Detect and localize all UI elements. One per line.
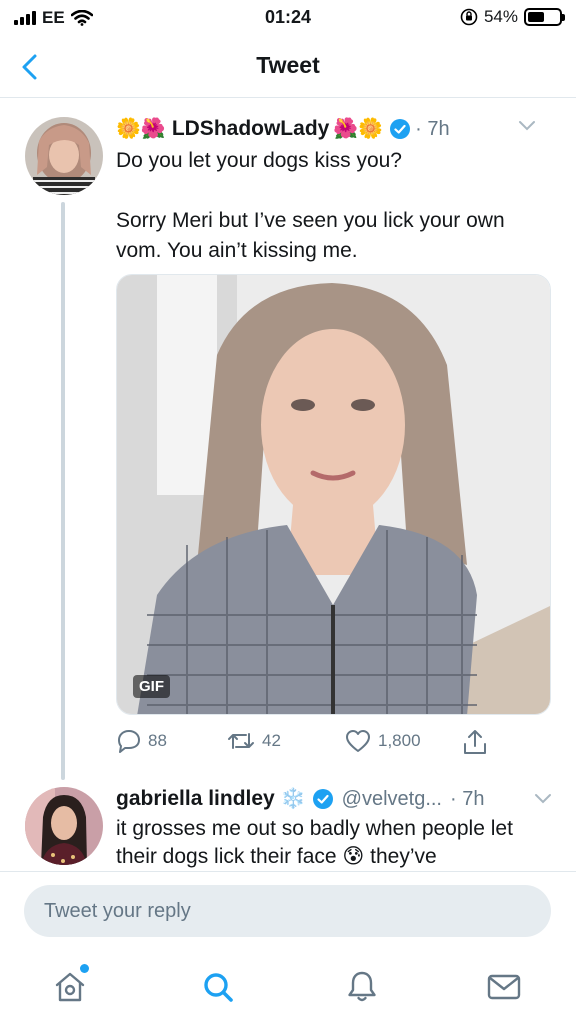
reply-handle: @velvetg... xyxy=(341,787,442,810)
reply-header: gabriella lindley ❄️ @velvetg... · 7h xyxy=(116,784,556,814)
tab-home[interactable] xyxy=(50,967,90,1007)
verified-badge-icon xyxy=(390,119,411,139)
status-bar: EE 01:24 54% xyxy=(0,0,576,36)
retweet-count: 42 xyxy=(262,731,281,750)
share-icon xyxy=(464,730,486,754)
tab-notifications[interactable] xyxy=(342,967,382,1007)
battery-icon xyxy=(524,8,565,26)
reply-display-name[interactable]: gabriella lindley xyxy=(116,787,275,811)
verified-badge-icon xyxy=(312,789,333,809)
share-button[interactable] xyxy=(462,728,488,756)
tweet-header: 🌼🌺 LDShadowLady 🌺🌼 · 7h xyxy=(116,114,556,144)
battery-fill xyxy=(528,12,545,22)
orientation-lock-icon xyxy=(460,8,478,26)
reply-avatar[interactable] xyxy=(25,787,103,865)
tweet-time: · 7h xyxy=(415,117,450,140)
like-count: 1,800 xyxy=(378,731,421,750)
bell-icon xyxy=(348,971,376,1002)
tweet-text: Do you let your dogs kiss you? Sorry Mer… xyxy=(116,146,546,266)
name-emoji-left: 🌼🌺 xyxy=(116,118,166,140)
display-name[interactable]: LDShadowLady xyxy=(172,117,330,141)
reply-button[interactable]: 88 xyxy=(116,728,167,754)
search-icon xyxy=(204,973,233,1002)
name-emoji-right: 🌺🌼 xyxy=(333,118,384,140)
envelope-icon xyxy=(487,974,521,1000)
status-right: 54% xyxy=(460,7,565,27)
retweet-icon xyxy=(228,733,254,749)
home-icon xyxy=(55,972,85,1002)
tab-messages[interactable] xyxy=(484,967,524,1007)
gif-media[interactable]: GIF xyxy=(116,274,551,715)
gif-badge: GIF xyxy=(133,675,170,698)
comment-icon xyxy=(118,730,140,753)
chevron-down-icon[interactable] xyxy=(518,120,536,132)
battery-percent: 54% xyxy=(483,7,518,26)
avatar[interactable] xyxy=(25,117,103,195)
reply-count: 88 xyxy=(148,731,167,750)
like-button[interactable]: 1,800 xyxy=(344,728,421,754)
tab-search[interactable] xyxy=(198,967,238,1007)
reply-input[interactable] xyxy=(24,885,551,937)
chevron-down-icon[interactable] xyxy=(534,793,552,805)
tweet-text-line: Do you let your dogs kiss you? xyxy=(116,149,402,172)
page-title: Tweet xyxy=(256,52,320,78)
reply-time: · 7h xyxy=(449,787,485,810)
heart-icon xyxy=(346,730,370,752)
reply-text: it grosses me out so badly when people l… xyxy=(116,817,513,868)
tab-bar xyxy=(0,951,576,1024)
gif-image xyxy=(117,275,550,714)
nav-bar: Tweet xyxy=(0,36,576,98)
tweet-actions: 88 42 1,800 xyxy=(116,728,556,756)
tweet-text-line: Sorry Meri but I’ve seen you lick your o… xyxy=(116,209,505,262)
retweet-button[interactable]: 42 xyxy=(226,728,281,754)
snowflake-icon: ❄️ xyxy=(280,788,306,810)
notification-dot xyxy=(80,964,89,973)
thread-line xyxy=(61,202,65,780)
reply-composer xyxy=(0,871,576,951)
